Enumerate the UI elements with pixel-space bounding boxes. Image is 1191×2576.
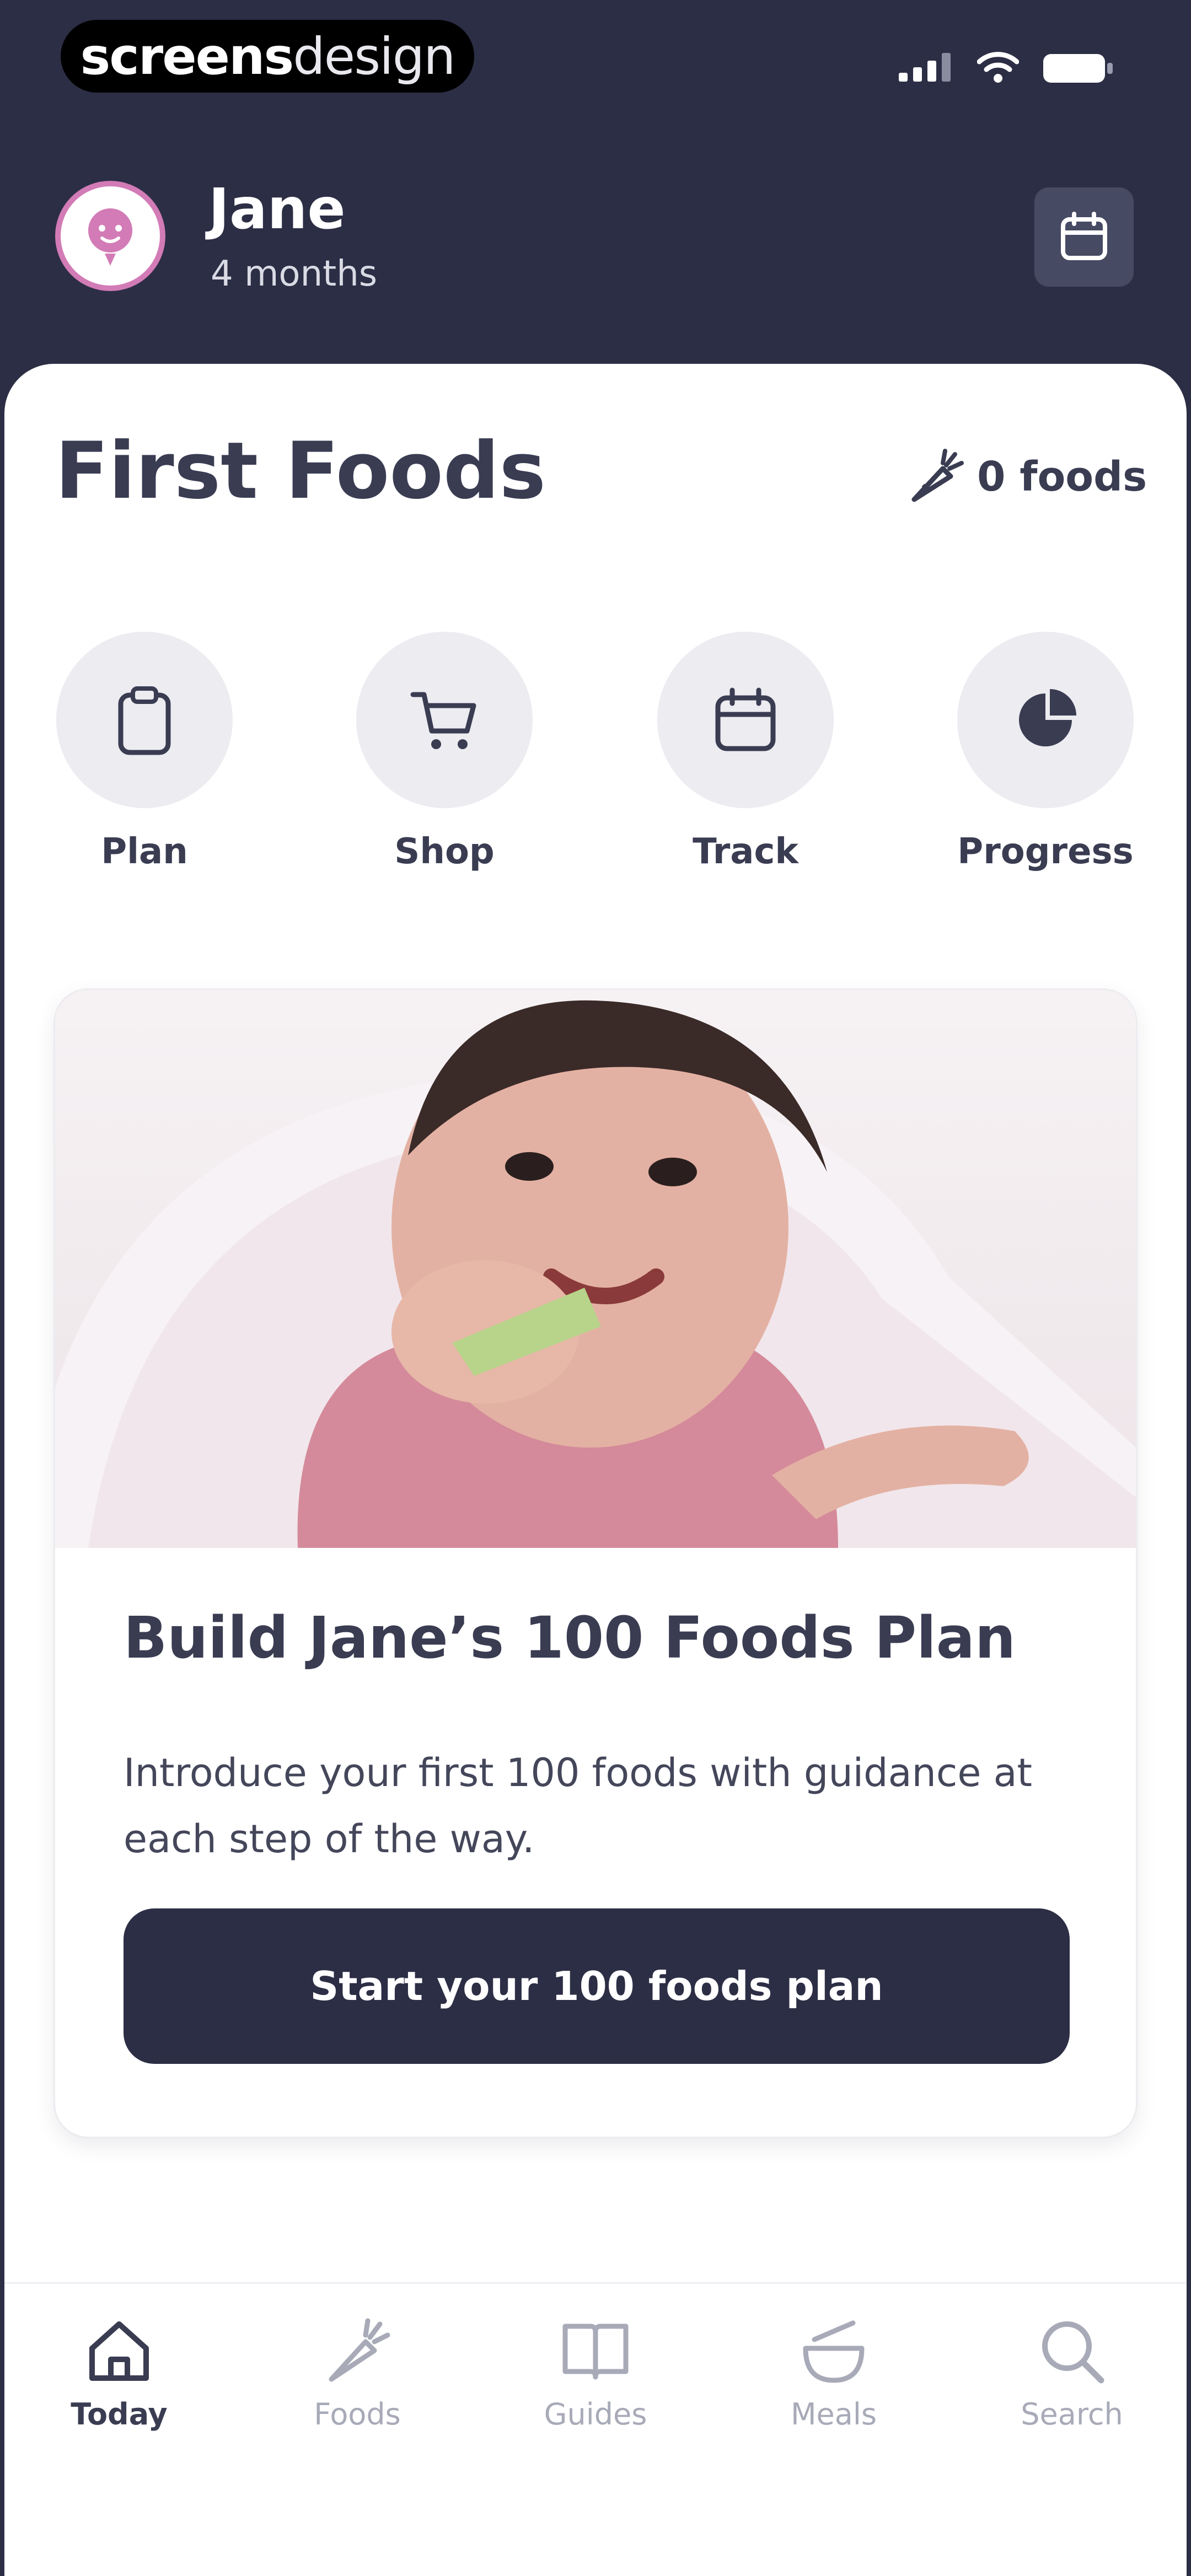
- book-icon: [562, 2324, 629, 2380]
- progress-action[interactable]: Progress: [957, 632, 1134, 872]
- plan-label: Plan: [101, 831, 188, 872]
- foods-counter[interactable]: 0 foods: [904, 441, 1147, 513]
- search-icon: [1042, 2321, 1104, 2384]
- calendar-icon: [715, 687, 776, 751]
- battery-icon: [1043, 54, 1113, 83]
- promo-card[interactable]: Build Jane’s 100 Foods Plan Introduce yo…: [55, 990, 1136, 2137]
- bowl-icon: [803, 2320, 865, 2383]
- home-icon: [89, 2321, 149, 2381]
- track-action[interactable]: Track: [657, 632, 834, 872]
- promo-title: Build Jane’s 100 Foods Plan: [124, 1604, 1016, 1671]
- cart-icon: [410, 692, 476, 749]
- nav-meals[interactable]: Meals: [751, 2315, 916, 2432]
- start-plan-button[interactable]: Start your 100 foods plan: [124, 1908, 1070, 2064]
- page-title: First Foods: [55, 426, 546, 517]
- status-bar: screens design: [0, 0, 1191, 127]
- nav-foods-label: Foods: [314, 2397, 401, 2432]
- plan-action[interactable]: Plan: [56, 632, 233, 872]
- promo-body: Introduce your first 100 foods with guid…: [124, 1750, 1032, 1862]
- nav-search[interactable]: Search: [989, 2315, 1155, 2432]
- wifi-icon: [977, 52, 1019, 83]
- nav-meals-label: Meals: [790, 2397, 877, 2432]
- calendar-button[interactable]: [1034, 187, 1134, 287]
- plan-action-circle[interactable]: [56, 632, 233, 808]
- shop-label: Shop: [394, 831, 495, 872]
- calendar-icon: [1061, 212, 1107, 260]
- shop-action-circle[interactable]: [356, 632, 533, 808]
- baby-eating-photo: [55, 990, 1136, 1548]
- child-avatar[interactable]: [55, 181, 165, 291]
- carrot-icon: [329, 2318, 390, 2382]
- nav-today-label: Today: [71, 2397, 168, 2432]
- nav-foods[interactable]: Foods: [275, 2315, 440, 2432]
- progress-label: Progress: [957, 831, 1134, 872]
- child-age: 4 months: [211, 254, 378, 294]
- signal-icon: [899, 53, 951, 82]
- progress-action-circle[interactable]: [957, 632, 1134, 808]
- track-label: Track: [693, 831, 798, 872]
- pie-chart-icon: [1019, 689, 1076, 746]
- nav-search-label: Search: [1021, 2397, 1123, 2432]
- nav-guides[interactable]: Guides: [513, 2315, 678, 2432]
- carrot-icon: [911, 449, 964, 502]
- shop-action[interactable]: Shop: [356, 632, 533, 872]
- brand-logo-bold: screens: [80, 26, 294, 86]
- baby-face-icon: [88, 208, 132, 266]
- foods-count: 0 foods: [977, 453, 1147, 501]
- brand-logo-pill: screens design: [61, 20, 474, 93]
- track-action-circle[interactable]: [657, 632, 834, 808]
- brand-logo-light: design: [293, 26, 455, 86]
- nav-guides-label: Guides: [544, 2397, 647, 2432]
- child-name: Jane: [208, 176, 346, 242]
- clipboard-icon: [118, 686, 171, 755]
- nav-today[interactable]: Today: [36, 2315, 202, 2432]
